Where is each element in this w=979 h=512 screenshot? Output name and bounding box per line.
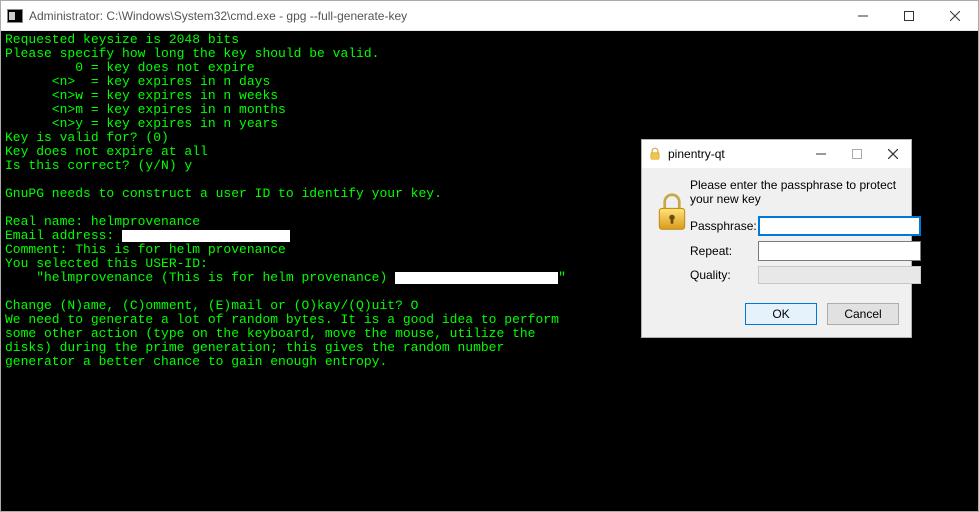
term-line: <n>w = key expires in n weeks [5,88,278,103]
quality-meter [758,266,921,284]
term-line: Change (N)ame, (C)omment, (E)mail or (O)… [5,298,418,313]
term-line: "helmprovenance (This is for helm proven… [5,270,395,285]
dialog-maximize-button[interactable] [839,140,875,168]
padlock-icon [654,192,690,232]
pinentry-instruction: Please enter the passphrase to protect y… [690,178,921,206]
term-line: 0 = key does not expire [5,60,255,75]
term-line: Please specify how long the key should b… [5,46,379,61]
term-line: Requested keysize is 2048 bits [5,32,239,47]
dialog-minimize-button[interactable] [803,140,839,168]
pinentry-dialog: pinentry-qt [641,139,912,338]
close-button[interactable] [932,1,978,30]
repeat-label: Repeat: [690,244,758,258]
term-line: Is this correct? (y/N) y [5,158,192,173]
term-line: You selected this USER-ID: [5,256,208,271]
ok-button[interactable]: OK [745,303,817,325]
close-icon [888,149,898,159]
dialog-close-button[interactable] [875,140,911,168]
maximize-icon [852,149,862,159]
repeat-input[interactable] [758,241,921,261]
redacted-email [122,230,290,242]
term-line: <n>m = key expires in n months [5,102,286,117]
maximize-icon [904,11,914,21]
quality-label: Quality: [690,268,758,282]
term-line: " [558,270,566,285]
minimize-icon [816,149,826,159]
term-line: Key is valid for? (0) [5,130,169,145]
pinentry-window-controls [803,140,911,168]
term-line: Email address: [5,228,122,243]
passphrase-label: Passphrase: [690,219,758,233]
term-line: <n>y = key expires in n years [5,116,278,131]
pinentry-titlebar[interactable]: pinentry-qt [642,140,911,168]
lock-icon [648,147,662,161]
cmd-title: Administrator: C:\Windows\System32\cmd.e… [29,9,840,23]
term-line: We need to generate a lot of random byte… [5,312,559,327]
redacted-userid-email [395,272,558,284]
cmd-icon [7,9,23,23]
term-line: some other action (type on the keyboard,… [5,326,536,341]
term-line: Real name: helmprovenance [5,214,200,229]
minimize-button[interactable] [840,1,886,30]
maximize-button[interactable] [886,1,932,30]
term-line: Comment: This is for helm provenance [5,242,286,257]
term-line: generator a better chance to gain enough… [5,354,387,369]
cmd-window-controls [840,1,978,30]
close-icon [950,11,960,21]
passphrase-input[interactable] [758,216,921,236]
cmd-titlebar[interactable]: Administrator: C:\Windows\System32\cmd.e… [1,1,978,31]
minimize-icon [858,11,868,21]
term-line: Key does not expire at all [5,144,208,159]
pinentry-body: Please enter the passphrase to protect y… [642,168,911,337]
cancel-button[interactable]: Cancel [827,303,899,325]
term-line: disks) during the prime generation; this… [5,340,504,355]
pinentry-title: pinentry-qt [668,147,803,161]
term-line: GnuPG needs to construct a user ID to id… [5,186,442,201]
term-line: <n> = key expires in n days [5,74,270,89]
